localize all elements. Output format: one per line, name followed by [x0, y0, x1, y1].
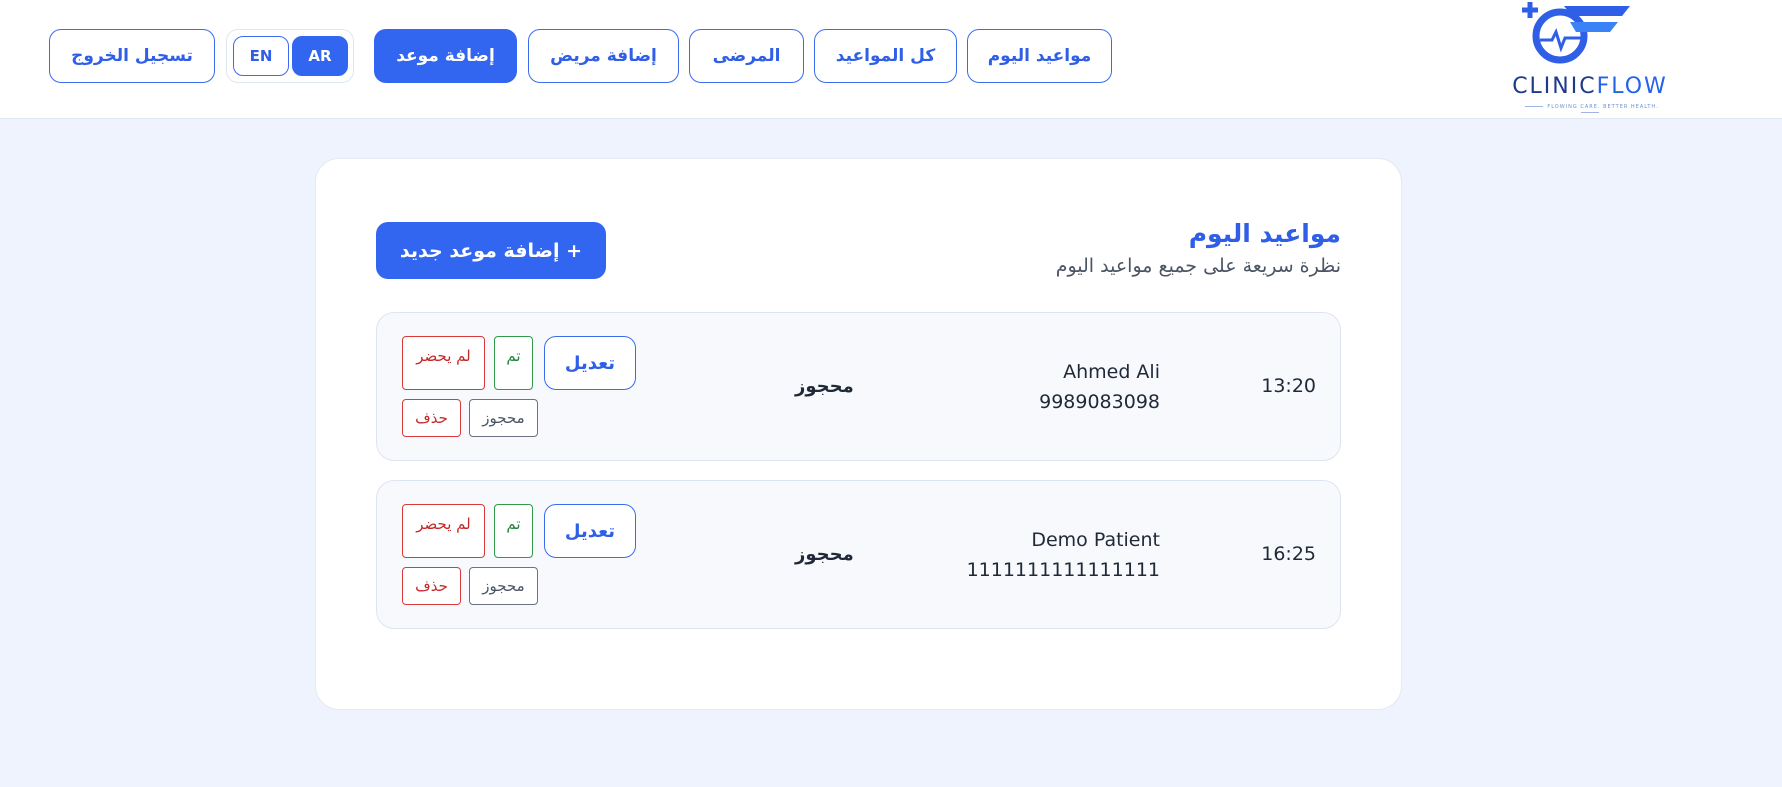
top-header: CLINICFLOW FLOWING CARE. BETTER HEALTH. … — [0, 0, 1782, 119]
appointment-status: محجوز — [795, 544, 854, 565]
logout-button[interactable]: تسجيل الخروج — [49, 29, 215, 83]
clinicflow-logo[interactable]: CLINICFLOW FLOWING CARE. BETTER HEALTH. — [1510, 0, 1670, 114]
logo-wordmark: CLINICFLOW — [1512, 74, 1668, 99]
mark-done-button[interactable]: تم — [494, 336, 533, 390]
mark-done-button[interactable]: تم — [494, 504, 533, 558]
delete-button[interactable]: حذف — [402, 567, 461, 605]
lang-en-button[interactable]: EN — [233, 36, 289, 76]
logo-tagline: FLOWING CARE. BETTER HEALTH. — [1510, 104, 1670, 116]
nav-all-appointments[interactable]: كل المواعيد — [814, 29, 957, 83]
logo-mark-icon — [1522, 2, 1630, 64]
mark-no-show-button[interactable]: لم يحضر — [402, 336, 485, 390]
page-subtitle: نظرة سريعة على جميع مواعيد اليوم — [1055, 255, 1341, 277]
patient-phone: 1111111111111111 — [966, 559, 1160, 581]
appointment-time: 16:25 — [1261, 543, 1316, 565]
patient-phone: 9989083098 — [1039, 391, 1160, 413]
edit-button[interactable]: تعديل — [544, 504, 636, 558]
language-switcher: EN AR — [226, 29, 354, 83]
nav-add-appointment[interactable]: إضافة موعد — [374, 29, 517, 83]
delete-button[interactable]: حذف — [402, 399, 461, 437]
appointment-row: 13:20 Ahmed Ali 9989083098 محجوز تعديل ت… — [376, 312, 1341, 461]
patient-name: Ahmed Ali — [1063, 361, 1160, 383]
lang-ar-button[interactable]: AR — [292, 36, 348, 76]
nav-patients[interactable]: المرضى — [689, 29, 804, 83]
appointment-time: 13:20 — [1261, 375, 1316, 397]
appointment-row: 16:25 Demo Patient 1111111111111111 محجو… — [376, 480, 1341, 629]
patient-name: Demo Patient — [1031, 529, 1160, 551]
add-new-appointment-button[interactable]: + إضافة موعد جديد — [376, 222, 606, 279]
mark-booked-button[interactable]: محجوز — [469, 399, 538, 437]
page-title: مواعيد اليوم — [1188, 219, 1341, 248]
appointment-status: محجوز — [795, 376, 854, 397]
today-appointments-card: مواعيد اليوم نظرة سريعة على جميع مواعيد … — [315, 158, 1402, 710]
mark-no-show-button[interactable]: لم يحضر — [402, 504, 485, 558]
mark-booked-button[interactable]: محجوز — [469, 567, 538, 605]
nav-today-appointments[interactable]: مواعيد اليوم — [967, 29, 1112, 83]
edit-button[interactable]: تعديل — [544, 336, 636, 390]
nav-add-patient[interactable]: إضافة مريض — [528, 29, 679, 83]
